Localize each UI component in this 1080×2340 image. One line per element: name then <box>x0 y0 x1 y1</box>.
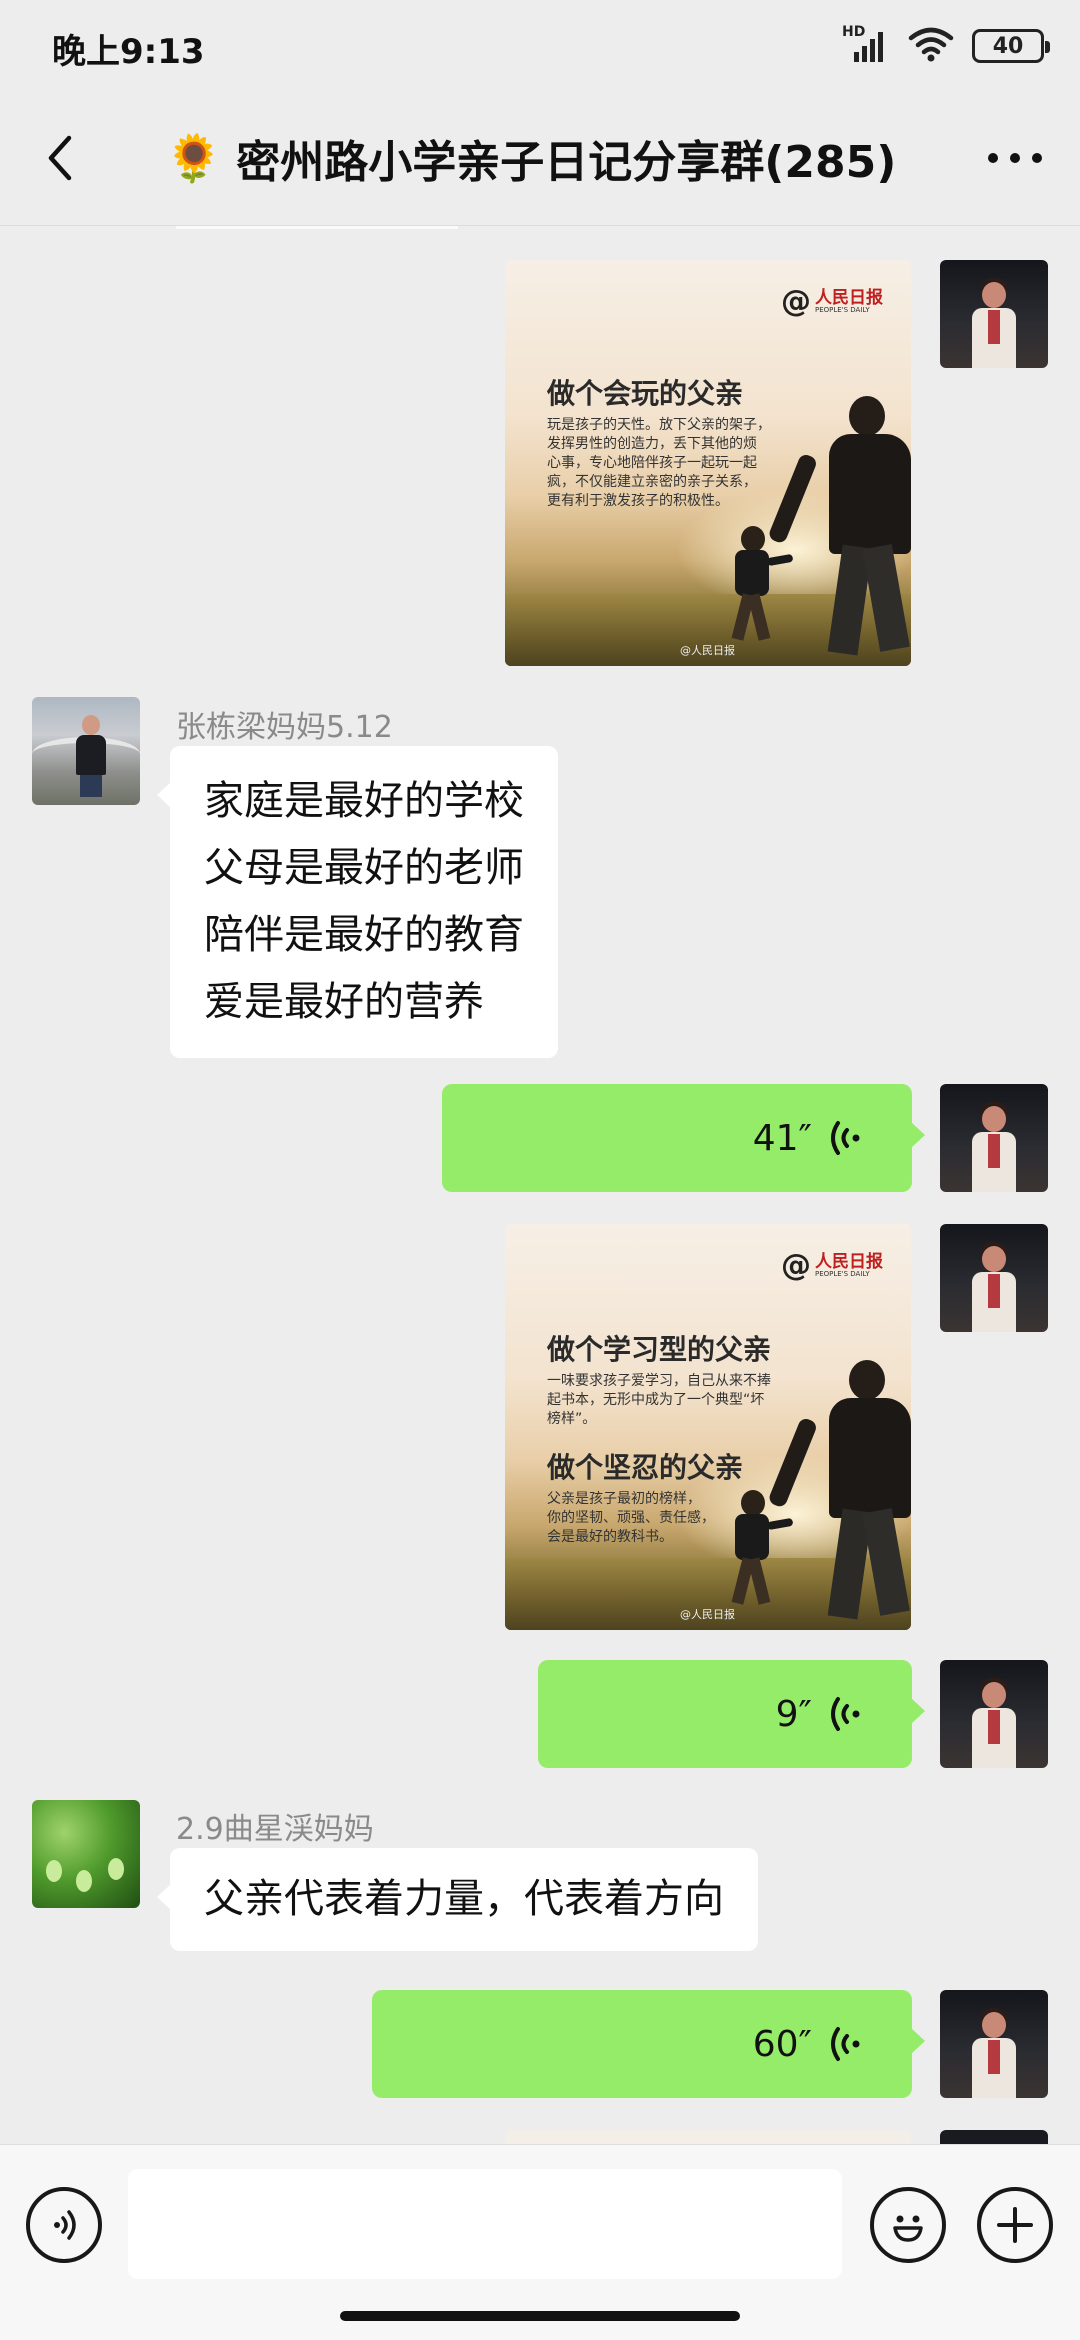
status-icons: HD 40 <box>842 24 1050 68</box>
home-indicator[interactable] <box>340 2311 740 2321</box>
image-body-line: 心事，专心地陪伴孩子一起玩一起 <box>547 455 757 471</box>
child-silhouette <box>719 1490 794 1608</box>
chat-screen: 晚上9:13 HD 40 🌻 密州路小学亲子日记分享群(285) @ 人民日报 … <box>0 0 1080 2340</box>
wifi-icon <box>908 26 954 66</box>
father-silhouette <box>767 1360 911 1622</box>
image-body: 玩是孩子的天性。放下父亲的架子， 发挥男性的创造力，丢下其他的烦 心事，专心地陪… <box>547 416 807 511</box>
logo-at: @ <box>781 1248 811 1283</box>
image-heading-2: 做个坚忍的父亲 <box>547 1451 744 1484</box>
image-credit: @人民日报 <box>680 1608 735 1621</box>
peoples-daily-logo: @ 人民日报 PEOPLE'S DAILY <box>781 284 883 319</box>
avatar-other[interactable] <box>32 697 140 805</box>
avatar-other[interactable] <box>32 1800 140 1908</box>
image-body-line: 一味要求孩子爱学习，自己从来不捧 <box>547 1373 771 1389</box>
logo-en: PEOPLE'S DAILY <box>815 305 870 314</box>
voice-wave-icon <box>828 1694 864 1734</box>
input-bar <box>0 2144 1080 2340</box>
avatar-self[interactable] <box>940 1660 1048 1768</box>
battery-icon: 40 <box>972 29 1050 63</box>
back-icon <box>48 135 72 181</box>
image-body-line: 起书本，无形中成为了一个典型“坏 <box>547 1392 765 1408</box>
signal-icon: HD <box>842 24 890 66</box>
sender-name: 2.9曲星渓妈妈 <box>176 1812 374 1847</box>
voice-wave-icon <box>828 1118 864 1158</box>
emoji-button[interactable] <box>870 2187 946 2263</box>
image-body: 一味要求孩子爱学习，自己从来不捧 起书本，无形中成为了一个典型“坏 榜样”。 <box>547 1372 807 1429</box>
image-heading: 做个学习型的父亲 <box>547 1333 772 1366</box>
logo-at: @ <box>781 284 811 319</box>
voice-wave-icon <box>828 2024 864 2064</box>
message-line: 家庭是最好的学校 <box>204 778 524 824</box>
more-icon <box>988 153 1042 163</box>
child-silhouette <box>719 526 794 644</box>
logo-en: PEOPLE'S DAILY <box>815 1269 870 1278</box>
message-line: 陪伴是最好的教育 <box>204 912 524 958</box>
message-input[interactable] <box>128 2169 842 2279</box>
emoji-icon <box>893 2215 923 2242</box>
peoples-daily-logo: @ 人民日报 PEOPLE'S DAILY <box>781 1248 883 1283</box>
status-time: 晚上9:13 <box>52 32 205 72</box>
image-body-line: 榜样”。 <box>547 1411 597 1427</box>
logo-cn: 人民日报 <box>815 287 883 308</box>
message-list[interactable]: @ 人民日报 PEOPLE'S DAILY 做个会玩的父亲 玩是孩子的天性。放下… <box>0 226 1080 2144</box>
back-button[interactable] <box>30 128 90 188</box>
voice-message[interactable]: 41″ <box>442 1084 925 1192</box>
voice-input-button[interactable] <box>26 2187 102 2263</box>
avatar-self[interactable] <box>940 1224 1048 1332</box>
avatar-self[interactable] <box>940 260 1048 368</box>
message-line: 爱是最好的营养 <box>204 979 484 1025</box>
voice-duration: 9″ <box>775 1693 812 1735</box>
father-silhouette <box>767 396 911 658</box>
more-button[interactable] <box>980 128 1050 188</box>
image-body-line: 发挥男性的创造力，丢下其他的烦 <box>547 436 757 452</box>
voice-message[interactable]: 9″ <box>538 1660 925 1768</box>
image-message-partial[interactable] <box>505 2130 911 2144</box>
top-divider <box>176 226 458 229</box>
text-message[interactable]: 家庭是最好的学校 父母是最好的老师 陪伴是最好的教育 爱是最好的营养 <box>157 746 558 1058</box>
image-message[interactable]: @ 人民日报 PEOPLE'S DAILY 做个会玩的父亲 玩是孩子的天性。放下… <box>505 260 911 666</box>
image-heading: 做个会玩的父亲 <box>547 377 744 410</box>
avatar-self[interactable] <box>940 1084 1048 1192</box>
chat-title: 🌻 密州路小学亲子日记分享群(285) <box>165 128 897 189</box>
sunflower-icon: 🌻 <box>165 130 223 185</box>
avatar-self-partial[interactable] <box>940 2130 1048 2144</box>
text-message[interactable]: 父亲代表着力量，代表着方向 <box>157 1848 758 1951</box>
logo-cn: 人民日报 <box>815 1251 883 1272</box>
message-line: 父母是最好的老师 <box>204 845 524 891</box>
battery-level: 40 <box>992 33 1024 59</box>
image-body-line: 更有利于激发孩子的积极性。 <box>547 493 729 509</box>
sender-name: 张栋梁妈妈5.12 <box>176 710 393 745</box>
status-bar: 晚上9:13 HD 40 <box>0 0 1080 92</box>
voice-message[interactable]: 60″ <box>372 1990 925 2098</box>
plus-icon <box>997 2207 1033 2243</box>
group-name: 密州路小学亲子日记分享群(285) <box>236 137 897 188</box>
chat-header: 🌻 密州路小学亲子日记分享群(285) <box>0 92 1080 226</box>
voice-input-icon <box>54 2210 76 2240</box>
image-message[interactable]: @ 人民日报 PEOPLE'S DAILY 做个学习型的父亲 一味要求孩子爱学习… <box>505 1224 911 1630</box>
plus-button[interactable] <box>977 2187 1053 2263</box>
message-line: 父亲代表着力量，代表着方向 <box>204 1876 724 1922</box>
image-body-line: 玩是孩子的天性。放下父亲的架子， <box>547 417 771 433</box>
image-credit: @人民日报 <box>680 644 735 657</box>
avatar-self[interactable] <box>940 1990 1048 2098</box>
image-body-line: 疯，不仅能建立亲密的亲子关系， <box>547 474 757 490</box>
voice-duration: 60″ <box>752 2023 812 2065</box>
voice-duration: 41″ <box>752 1117 812 1159</box>
